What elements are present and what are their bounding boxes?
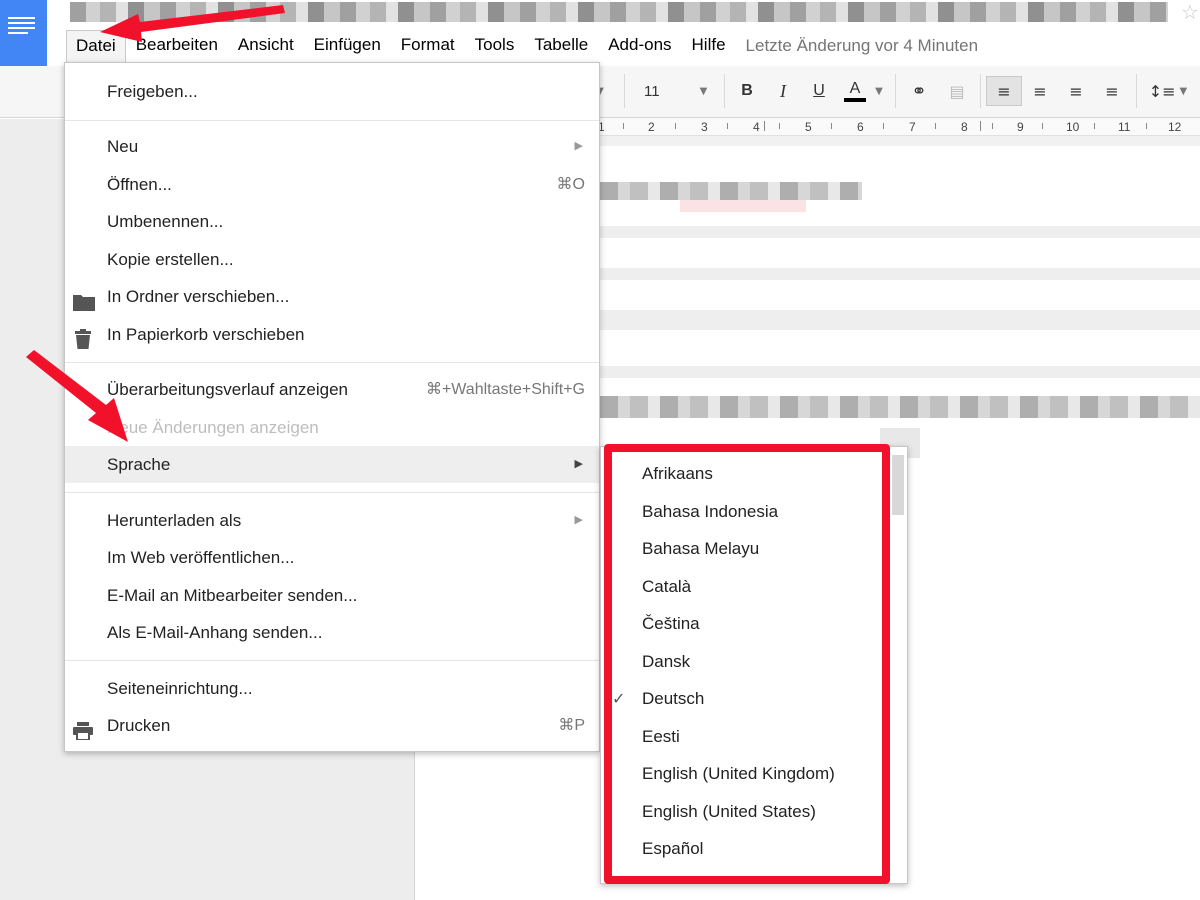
annotation-arrow-middle <box>26 350 128 442</box>
annotation-arrows <box>26 5 285 442</box>
annotation-arrow-top <box>100 5 285 42</box>
